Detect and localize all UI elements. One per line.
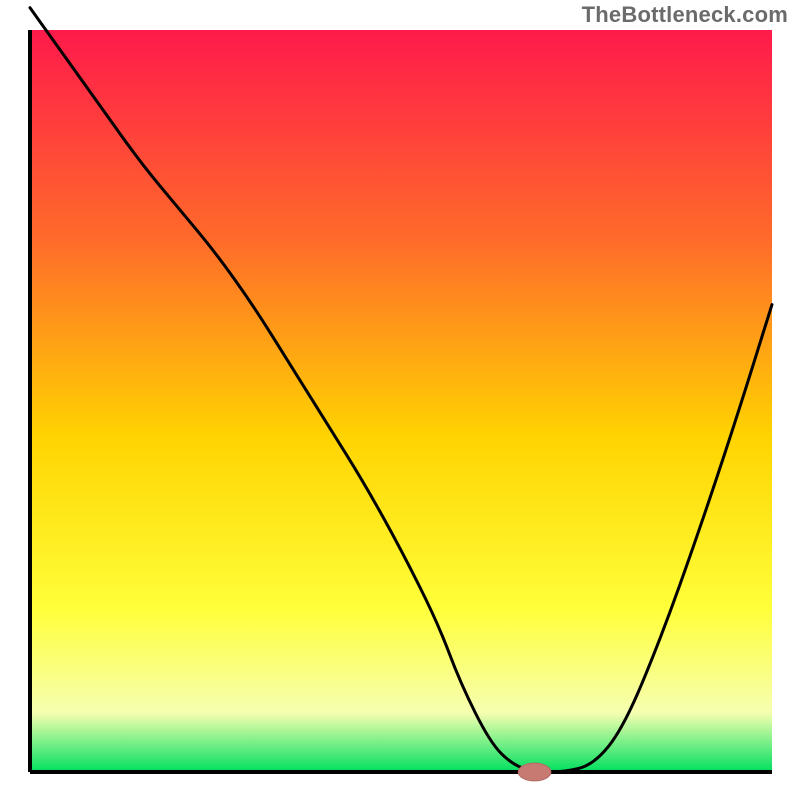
optimal-point-marker xyxy=(518,763,551,781)
watermark-text: TheBottleneck.com xyxy=(582,2,788,28)
chart-container: TheBottleneck.com xyxy=(0,0,800,800)
plot-background xyxy=(30,30,772,772)
bottleneck-chart xyxy=(0,0,800,800)
